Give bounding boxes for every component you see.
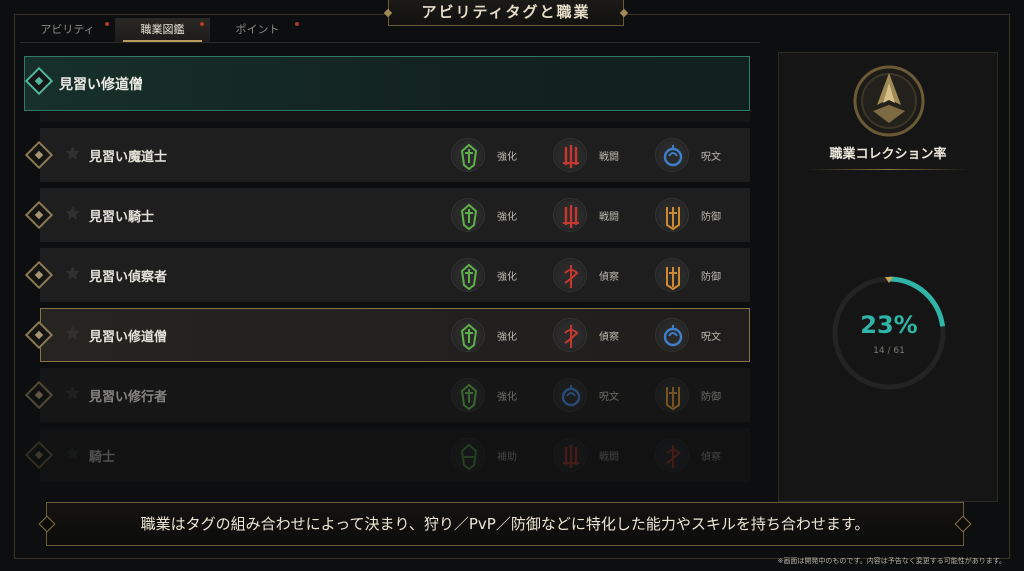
tab-ability[interactable]: アビリティ [20,18,115,42]
collection-percent: 23% [860,311,918,339]
collection-title: 職業コレクション率 [829,147,947,162]
combat-icon [553,198,587,232]
tab-label: アビリティ [40,23,95,36]
selected-job-header[interactable]: 見習い修道僧 [24,56,750,111]
favorite-star-icon[interactable]: ★ [65,384,80,404]
tab-label: ポイント [235,23,280,36]
scout-icon [553,258,587,292]
reinforce-icon [451,198,485,232]
tag-label: 強化 [497,212,517,223]
favorite-star-icon[interactable]: ★ [65,324,80,344]
tag-label: 強化 [497,272,517,283]
tag-label: 偵察 [599,272,619,283]
tag-label: 呪文 [701,152,721,163]
spell-icon [553,378,587,412]
tab-divider [20,42,760,43]
tag-label: 防御 [701,392,721,403]
job-row[interactable]: ★ 見習い偵察者 強化 偵察 防御 [24,248,750,302]
job-row[interactable]: ★ 見習い魔道士 強化 戦闘 呪文 [24,128,750,182]
tab-job-book[interactable]: 職業図鑑 [115,18,210,42]
support-icon [451,438,485,472]
job-rank-icon [24,140,54,170]
selected-job-label: 見習い修道僧 [59,77,143,93]
defense-icon [655,198,689,232]
tab-bar: アビリティ 職業図鑑 ポイント [20,18,305,42]
tag-label: 偵察 [701,452,721,463]
job-row[interactable]: ★ 見習い修行者 強化 呪文 防御 [24,368,750,422]
tag-label: 強化 [497,332,517,343]
job-rank-icon [24,66,54,96]
scout-icon [655,438,689,472]
spell-icon [655,138,689,172]
tag-label: 偵察 [599,332,619,343]
combat-icon [553,438,587,472]
info-banner: 職業はタグの組み合わせによって決まり、狩り／PvP／防御などに特化した能力やスキ… [46,502,964,546]
tag-label: 防御 [701,212,721,223]
job-name: 見習い偵察者 [89,270,168,285]
job-list[interactable]: ★見習い戦士強化戦闘偵察★見習い魔道士強化戦闘呪文★見習い騎士強化戦闘防御★見習… [24,112,750,504]
job-rank-icon [24,260,54,290]
collection-count: 14 / 61 [873,346,905,356]
tag-label: 強化 [497,152,517,163]
tab-label: 職業図鑑 [140,23,185,36]
spell-icon [655,318,689,352]
favorite-star-icon[interactable]: ★ [65,444,80,464]
favorite-star-icon[interactable]: ★ [65,204,80,224]
job-row[interactable]: ★ 見習い騎士 強化 戦闘 防御 [24,188,750,242]
scout-icon [553,318,587,352]
job-row[interactable]: ★見習い戦士強化戦闘偵察 [40,112,750,122]
tag-label: 戦闘 [599,452,619,463]
favorite-star-icon[interactable]: ★ [65,144,80,164]
notification-dot [295,22,299,26]
favorite-star-icon[interactable]: ★ [65,264,80,284]
reinforce-icon [451,258,485,292]
reinforce-icon [451,318,485,352]
tab-points[interactable]: ポイント [210,18,305,42]
tag-label: 戦闘 [599,212,619,223]
job-rank-icon [24,200,54,230]
divider [807,169,969,170]
disclaimer-text: ※画面は開発中のものです。内容は予告なく変更する可能性があります。 [777,557,1006,565]
job-rank-icon [24,440,54,470]
job-name: 見習い修行者 [89,390,168,405]
tag-label: 戦闘 [599,152,619,163]
job-name: 見習い修道僧 [89,330,168,345]
tag-label: 呪文 [599,392,619,403]
notification-dot [200,22,204,26]
job-rank-icon [24,380,54,410]
tag-label: 強化 [497,392,517,403]
tag-label: 呪文 [701,332,721,343]
collection-panel: 職業コレクション率 23% 14 / 61 [778,52,998,502]
page-title: アビリティタグと職業 [388,0,624,26]
reinforce-icon [451,138,485,172]
job-name: 見習い魔道士 [89,150,168,165]
tag-label: 防御 [701,272,721,283]
combat-icon [553,138,587,172]
job-name: 見習い騎士 [89,210,155,225]
notification-dot [105,22,109,26]
reinforce-icon [451,378,485,412]
job-rank-icon [24,320,54,350]
tag-label: 補助 [497,452,517,463]
job-row[interactable]: ★ 騎士 補助 戦闘 偵察 [24,428,750,482]
job-name: 騎士 [89,450,116,465]
job-row[interactable]: ★ 見習い修道僧 強化 偵察 呪文 [24,308,750,362]
defense-icon [655,378,689,412]
defense-icon [655,258,689,292]
